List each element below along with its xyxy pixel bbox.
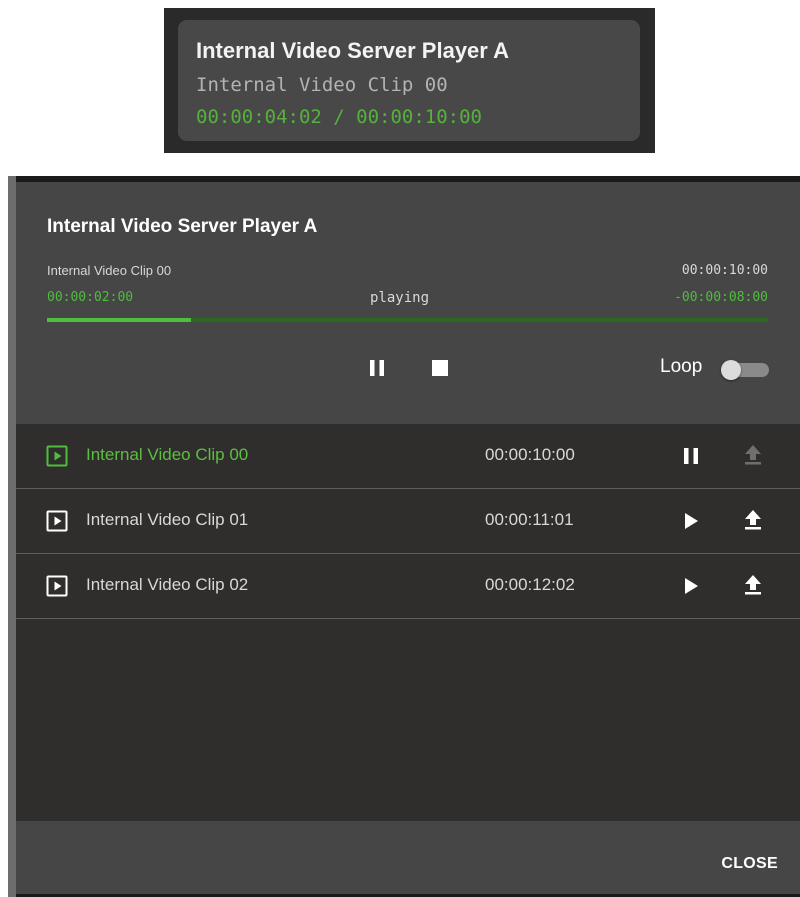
loop-toggle[interactable] bbox=[721, 360, 769, 380]
player-dialog: Internal Video Server Player A Internal … bbox=[16, 182, 800, 894]
close-button[interactable]: CLOSE bbox=[721, 855, 778, 873]
pause-button[interactable] bbox=[365, 356, 389, 380]
play-icon[interactable] bbox=[680, 575, 702, 597]
upload-icon bbox=[745, 445, 761, 465]
clip-row[interactable]: Internal Video Clip 02 00:00:12:02 bbox=[16, 554, 800, 619]
player-header: Internal Video Server Player A Internal … bbox=[16, 182, 800, 424]
backdrop-strip bbox=[8, 176, 16, 897]
clip-row-name: Internal Video Clip 00 bbox=[86, 445, 249, 464]
clip-row[interactable]: Internal Video Clip 01 00:00:11:01 bbox=[16, 489, 800, 554]
clip-list: Internal Video Clip 00 00:00:10:00 Inter… bbox=[16, 424, 800, 821]
mini-player-card[interactable]: Internal Video Server Player A Internal … bbox=[178, 20, 640, 141]
mini-player-widget: Internal Video Server Player A Internal … bbox=[164, 8, 655, 153]
dialog-footer: CLOSE bbox=[16, 821, 800, 894]
current-clip-name: Internal Video Clip 00 bbox=[47, 263, 172, 278]
video-clip-icon bbox=[46, 445, 68, 467]
clip-row-duration: 00:00:12:02 bbox=[485, 575, 575, 594]
mini-player-clip-name: Internal Video Clip 00 bbox=[196, 74, 448, 96]
clip-row-name: Internal Video Clip 01 bbox=[86, 510, 249, 529]
loop-label: Loop bbox=[660, 356, 703, 377]
dialog-title: Internal Video Server Player A bbox=[47, 216, 318, 237]
pause-icon[interactable] bbox=[680, 445, 702, 467]
clip-row-duration: 00:00:10:00 bbox=[485, 445, 575, 464]
video-clip-icon bbox=[46, 575, 68, 597]
stop-icon bbox=[432, 360, 448, 376]
stop-button[interactable] bbox=[428, 356, 452, 380]
mini-player-timecode: 00:00:04:02 / 00:00:10:00 bbox=[196, 106, 482, 128]
clip-row[interactable]: Internal Video Clip 00 00:00:10:00 bbox=[16, 424, 800, 489]
upload-icon[interactable] bbox=[742, 508, 764, 532]
clip-row-duration: 00:00:11:01 bbox=[485, 510, 574, 529]
progress-fill bbox=[47, 318, 192, 322]
loop-toggle-knob bbox=[721, 360, 741, 380]
play-icon[interactable] bbox=[680, 510, 702, 532]
upload-icon[interactable] bbox=[742, 573, 764, 597]
video-clip-icon bbox=[46, 510, 68, 532]
playback-state: playing bbox=[370, 290, 430, 306]
clip-row-name: Internal Video Clip 02 bbox=[86, 575, 249, 594]
mini-player-title: Internal Video Server Player A bbox=[196, 38, 510, 63]
clip-duration: 00:00:10:00 bbox=[681, 263, 768, 278]
dialog-backdrop: Internal Video Server Player A Internal … bbox=[8, 176, 800, 897]
remaining-time: -00:00:08:00 bbox=[674, 290, 768, 305]
pause-icon bbox=[370, 360, 384, 376]
progress-bar[interactable] bbox=[47, 318, 768, 322]
elapsed-time: 00:00:02:00 bbox=[47, 290, 134, 305]
